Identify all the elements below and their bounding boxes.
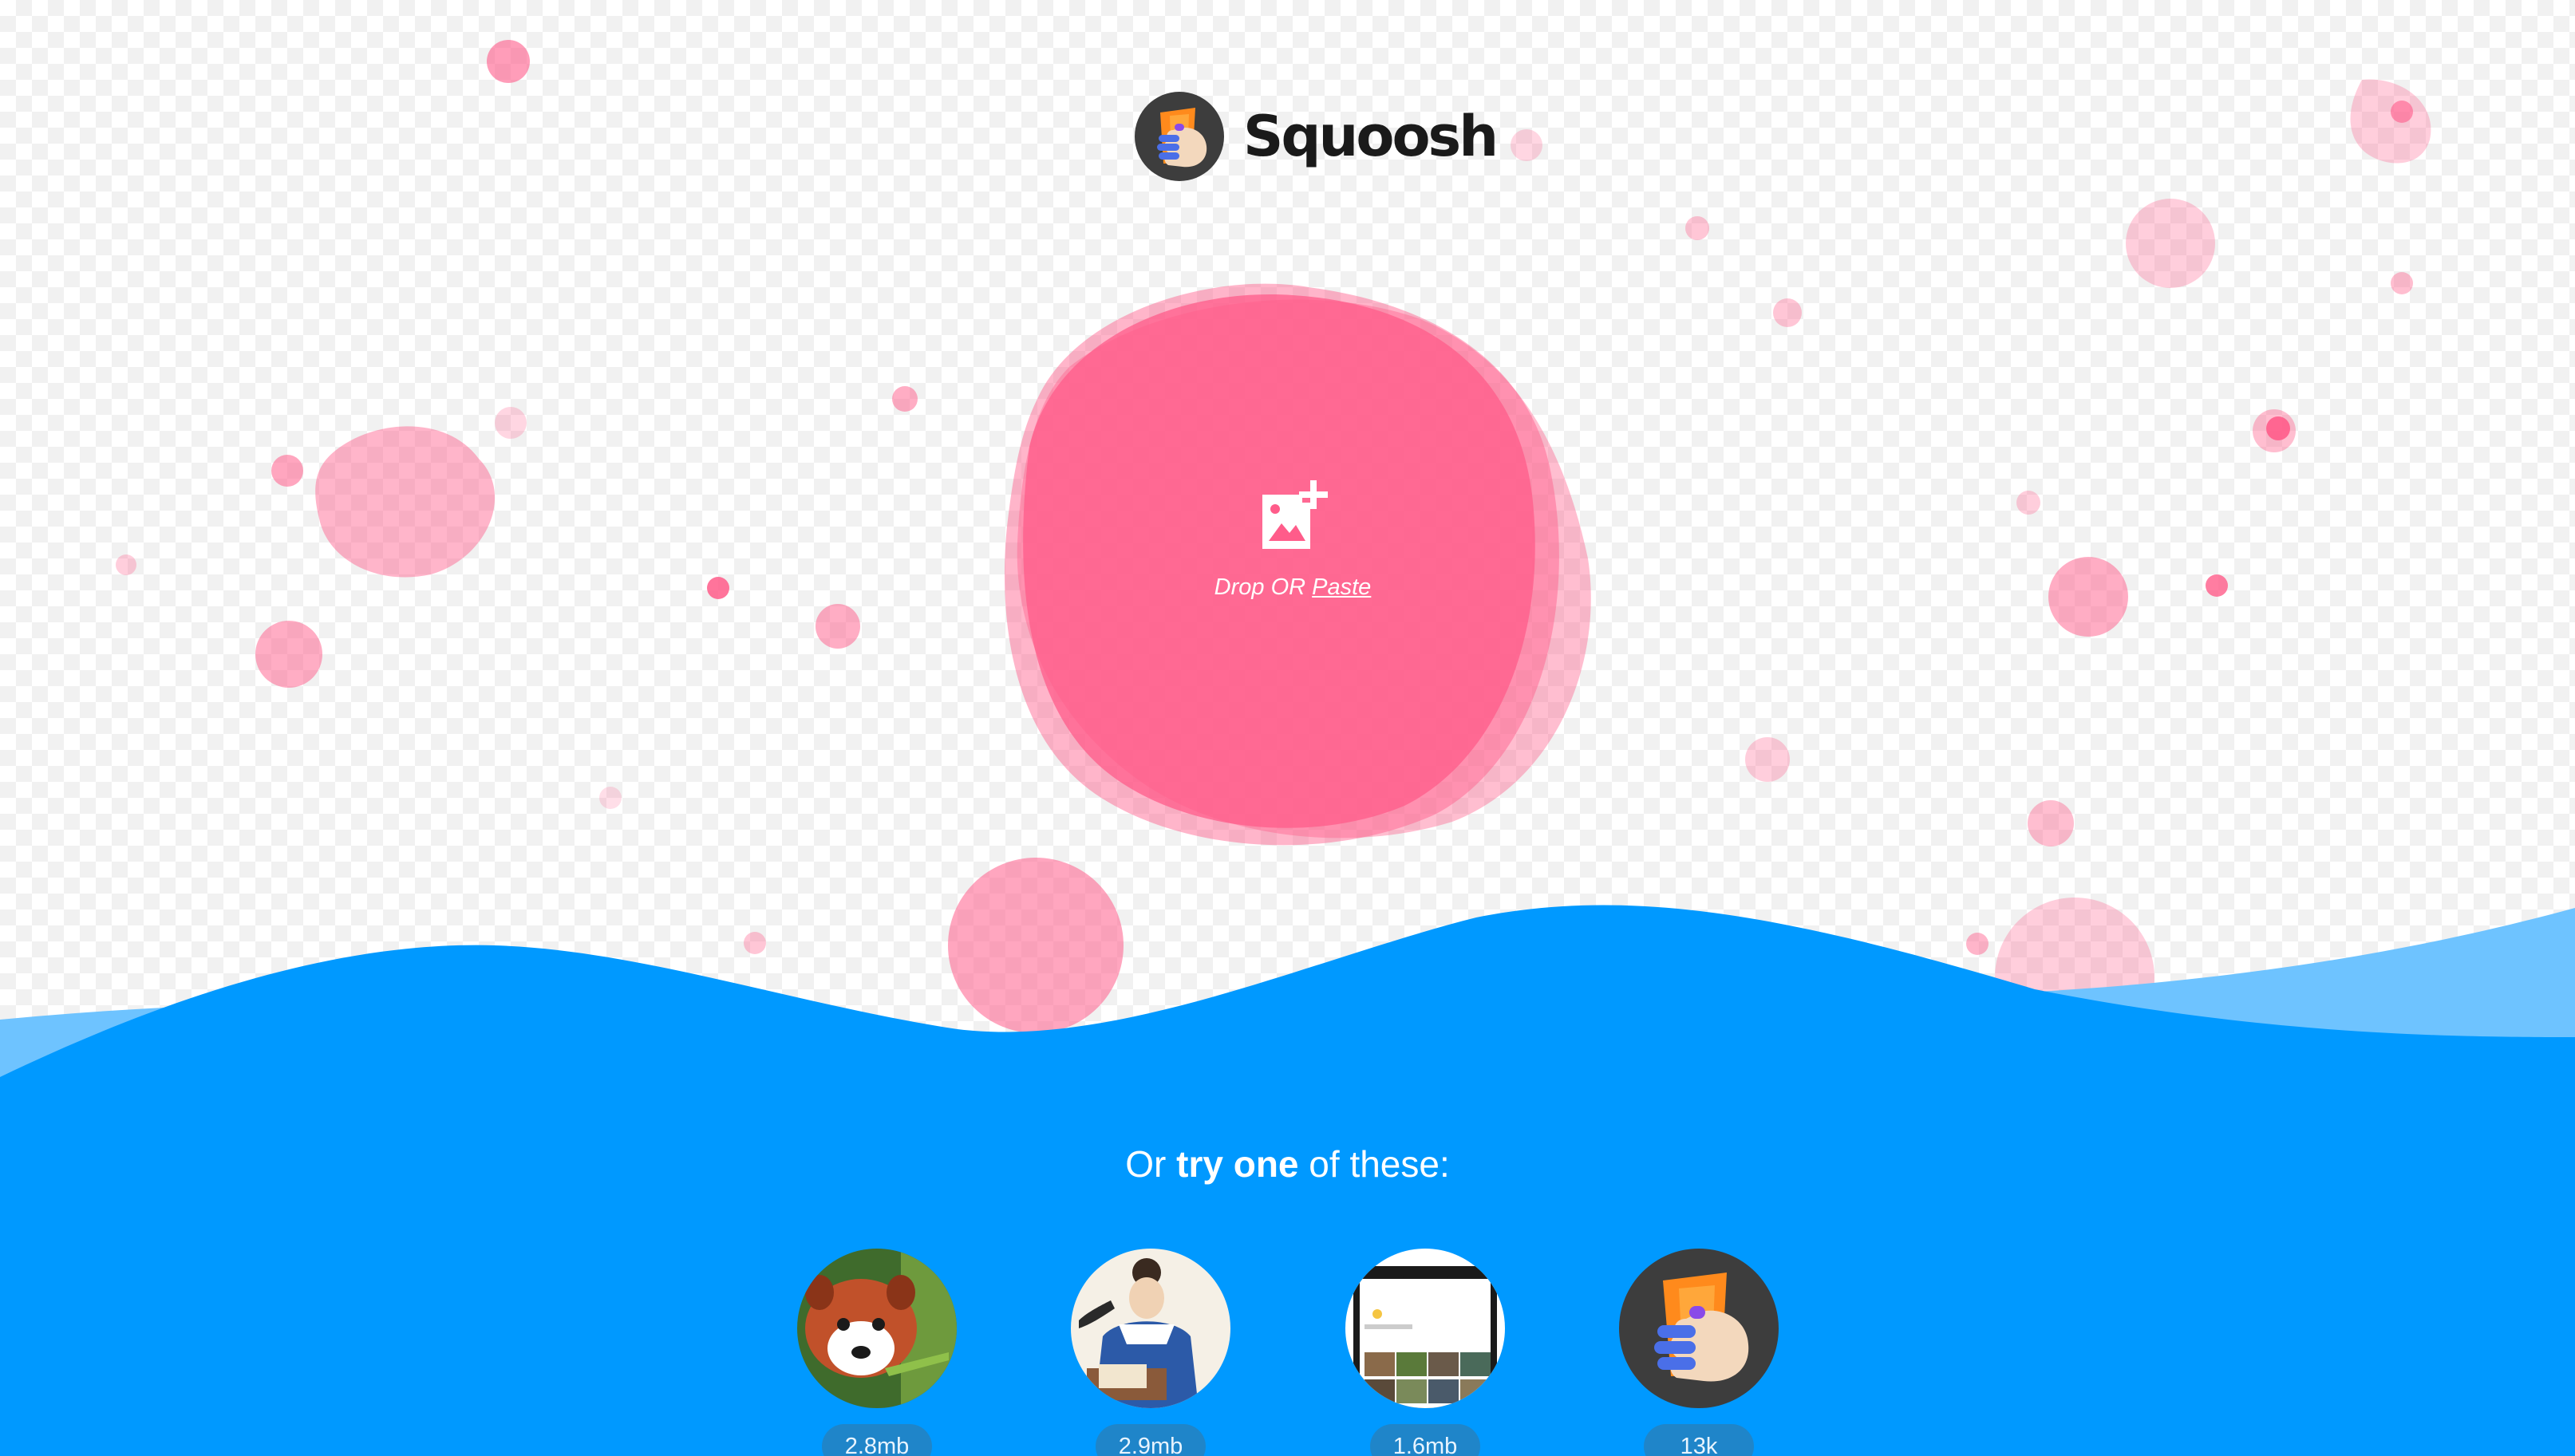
demo-item-squoosh-logo[interactable]: 13k [1616,1249,1783,1456]
demo-heading: Or try one of these: [0,1142,2575,1186]
demo-heading-suffix: of these: [1298,1143,1450,1185]
demo-list: 2.8mb 2.9mb 1.6mb 13k [0,1249,2575,1456]
red-panda-thumbnail [797,1249,957,1408]
demo-heading-prefix: Or [1125,1143,1177,1185]
device-screenshot-thumbnail [1345,1249,1505,1408]
squoosh-app: Squoosh Drop OR Paste Or try one of thes… [0,0,2575,1456]
demo-size-badge: 1.6mb [1370,1424,1480,1456]
demo-item-illustration[interactable]: 2.9mb [1068,1249,1235,1456]
demo-item-red-panda[interactable]: 2.8mb [794,1249,962,1456]
demo-size-badge: 2.9mb [1096,1424,1206,1456]
wave-background [0,905,2575,1456]
illustration-thumbnail [1071,1249,1230,1408]
demo-size-badge: 13k [1644,1424,1754,1456]
demo-size-badge: 2.8mb [822,1424,932,1456]
demo-heading-bold: try one [1176,1143,1299,1185]
squoosh-logo-thumbnail [1619,1249,1779,1408]
demo-item-device-screenshot[interactable]: 1.6mb [1342,1249,1510,1456]
